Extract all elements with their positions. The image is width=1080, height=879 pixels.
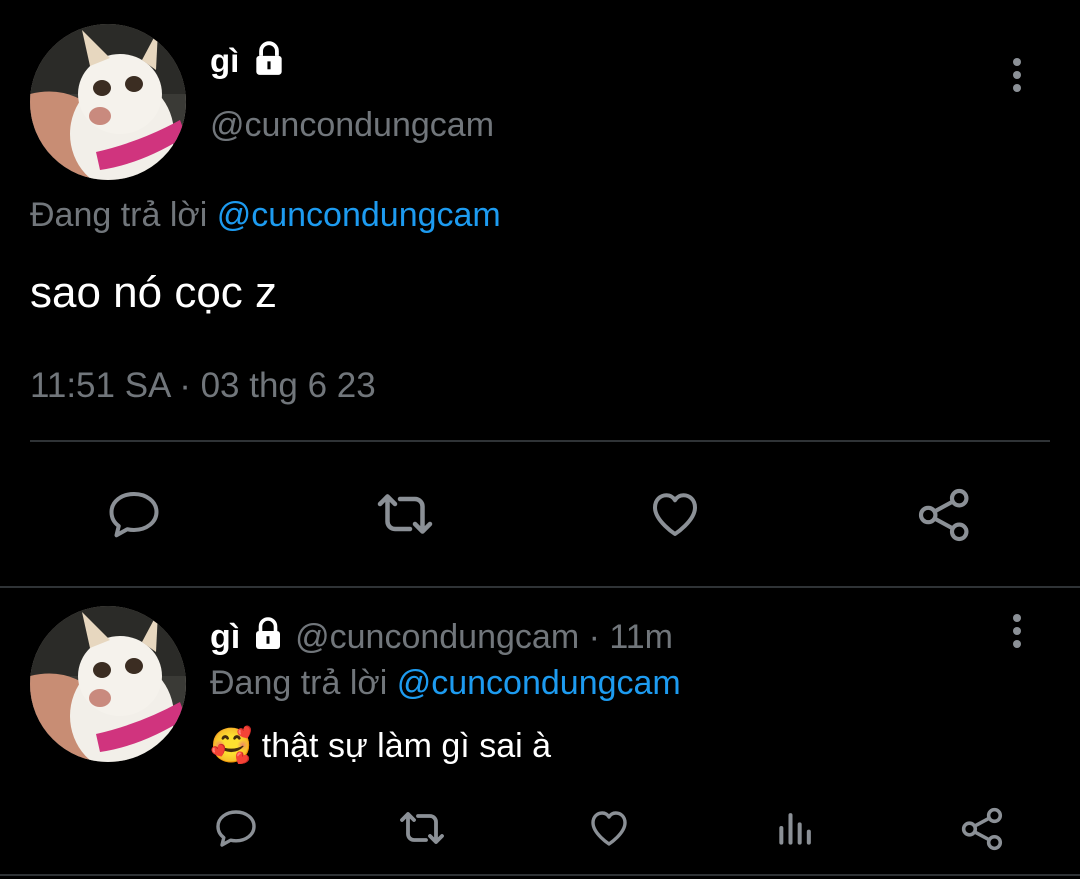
mention-link[interactable]: @cuncondungcam	[397, 664, 681, 702]
more-options-icon[interactable]	[1004, 56, 1030, 96]
reply-replying-to-line: Đang trả lời @cuncondungcam	[210, 664, 681, 703]
reply-avatar[interactable]	[30, 606, 186, 762]
lock-icon	[250, 40, 288, 78]
mention-link[interactable]: @cuncondungcam	[217, 196, 501, 234]
retweet-icon[interactable]	[394, 804, 450, 852]
separator-dot: ·	[588, 618, 600, 656]
analytics-icon[interactable]	[774, 806, 818, 850]
display-name[interactable]: gì	[210, 42, 239, 80]
reply-text-line: 🥰 thật sự làm gì sai à	[210, 726, 551, 766]
reply-header: gì @cuncondungcam · 11m	[210, 616, 673, 657]
smiling-face-with-hearts-emoji: 🥰	[210, 727, 253, 765]
reply-age[interactable]: 11m	[609, 618, 673, 656]
lock-icon	[250, 616, 286, 652]
timestamp[interactable]: 11:51 SA · 03 thg 6 23	[30, 366, 376, 406]
divider	[30, 440, 1050, 442]
reply-text: thật sự làm gì sai à	[261, 727, 552, 765]
replying-prefix: Đang trả lời	[30, 196, 208, 234]
reply-more-options-icon[interactable]	[1004, 612, 1030, 652]
handle[interactable]: @cuncondungcam	[210, 106, 494, 145]
avatar[interactable]	[30, 24, 186, 180]
replying-prefix: Đang trả lời	[210, 664, 388, 702]
replying-to-line: Đang trả lời @cuncondungcam	[30, 196, 501, 235]
retweet-icon[interactable]	[370, 484, 440, 544]
reply-icon[interactable]	[104, 484, 164, 544]
reply-icon[interactable]	[212, 804, 260, 852]
share-icon[interactable]	[958, 804, 1008, 854]
reply-display-name[interactable]: gì	[210, 618, 240, 656]
bottom-divider	[0, 874, 1080, 876]
share-icon[interactable]	[914, 484, 976, 546]
avatar-image	[30, 606, 186, 762]
avatar-image	[30, 24, 186, 180]
like-icon[interactable]	[584, 804, 634, 852]
like-icon[interactable]	[644, 484, 706, 544]
section-divider	[0, 586, 1080, 588]
reply-handle[interactable]: @cuncondungcam	[295, 618, 579, 656]
tweet-text: sao nó cọc z	[30, 268, 278, 317]
